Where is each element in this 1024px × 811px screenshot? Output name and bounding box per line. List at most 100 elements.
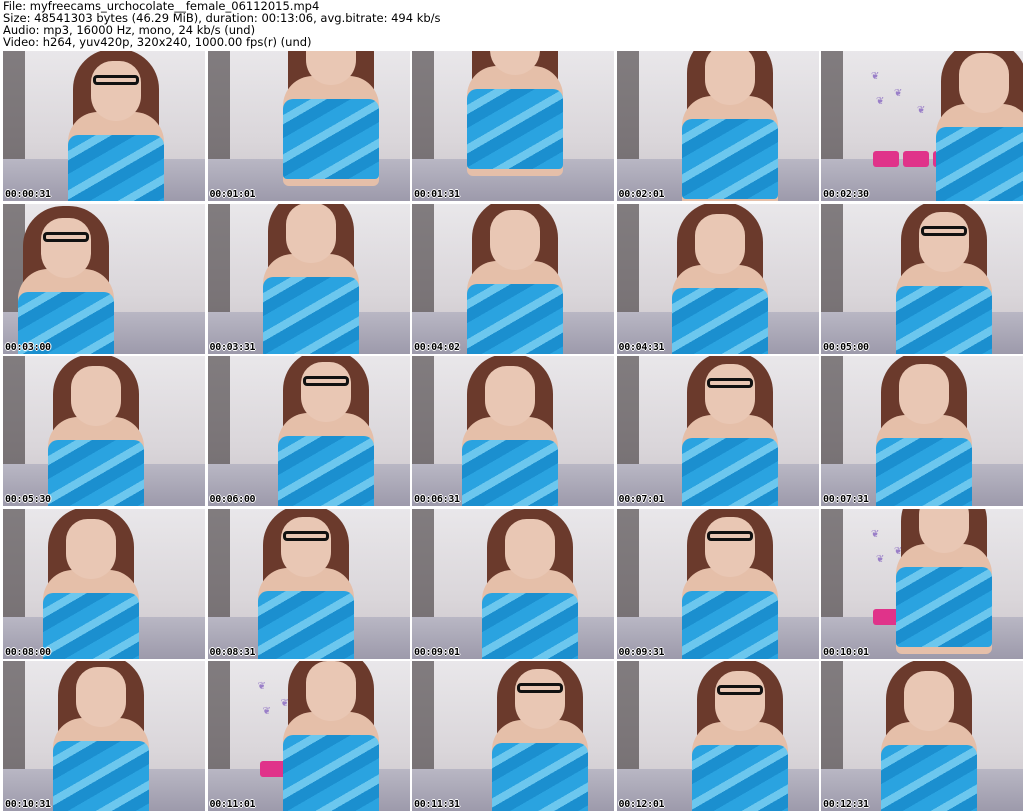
thumbnail-frame: 00:01:31 bbox=[412, 51, 614, 201]
blue-dress bbox=[467, 89, 563, 169]
timestamp-label: 00:11:01 bbox=[209, 799, 256, 810]
blue-dress bbox=[282, 735, 379, 811]
timestamp-label: 00:02:01 bbox=[618, 189, 665, 200]
timestamp-label: 00:10:01 bbox=[823, 646, 869, 658]
thumbnail-frame: 00:12:01 bbox=[616, 661, 819, 811]
blue-dress bbox=[53, 741, 149, 811]
timestamp-label: 00:00:31 bbox=[5, 189, 51, 200]
timestamp-label: 00:05:00 bbox=[823, 341, 869, 353]
butterfly-decal-icon: ❦ bbox=[876, 553, 885, 565]
person-face bbox=[919, 211, 969, 272]
timestamp-label: 00:04:31 bbox=[618, 341, 665, 353]
blue-dress bbox=[467, 283, 563, 354]
timestamp-label: 00:01:01 bbox=[209, 189, 256, 200]
blue-dress bbox=[492, 743, 588, 811]
timestamp-label: 00:08:00 bbox=[5, 646, 51, 658]
thumbnail-frame: 00:07:31 bbox=[821, 356, 1023, 506]
person-face bbox=[490, 209, 540, 270]
person-face bbox=[899, 364, 949, 424]
blue-dress bbox=[462, 440, 558, 506]
person-face bbox=[694, 213, 745, 274]
person-face bbox=[66, 518, 116, 579]
butterfly-decal-icon: ❦ bbox=[871, 528, 880, 540]
blue-dress bbox=[671, 287, 768, 354]
timestamp-label: 00:06:31 bbox=[414, 494, 460, 505]
thumbnail-frame: 00:10:31 bbox=[3, 661, 205, 811]
timestamp-label: 00:10:31 bbox=[5, 799, 51, 810]
person-face bbox=[285, 203, 336, 263]
person-face bbox=[305, 661, 356, 721]
blue-dress bbox=[691, 745, 788, 811]
thumbnail-frame: ❦❦❦❦❦❦00:11:01 bbox=[207, 661, 410, 811]
glasses-icon bbox=[93, 75, 139, 85]
thumbnail-frame: 00:05:00 bbox=[821, 203, 1023, 354]
timestamp-label: 00:03:31 bbox=[209, 341, 256, 353]
butterfly-decal-icon: ❦ bbox=[894, 88, 903, 99]
glasses-icon bbox=[43, 231, 89, 242]
timestamp-label: 00:11:31 bbox=[414, 799, 460, 810]
pillow bbox=[873, 151, 899, 167]
timestamp-label: 00:06:00 bbox=[209, 494, 256, 505]
blue-dress bbox=[277, 436, 374, 506]
butterfly-decal-icon: ❦ bbox=[917, 105, 926, 116]
video-info-line: Video: h264, yuv420p, 320x240, 1000.00 f… bbox=[3, 35, 312, 49]
blue-dress bbox=[681, 590, 778, 659]
timestamp-label: 00:08:31 bbox=[209, 646, 256, 658]
glasses-icon bbox=[517, 683, 563, 693]
blue-dress bbox=[43, 592, 139, 659]
blue-dress bbox=[262, 276, 359, 354]
blue-dress bbox=[257, 590, 354, 659]
butterfly-decal-icon: ❦ bbox=[876, 96, 885, 107]
thumbnail-frame: 00:02:01 bbox=[616, 51, 819, 201]
glasses-icon bbox=[921, 225, 967, 236]
thumbnail-frame: 00:01:01 bbox=[207, 51, 410, 201]
timestamp-label: 00:07:01 bbox=[618, 494, 665, 505]
thumbnail-frame: ❦❦❦❦❦❦00:02:30 bbox=[821, 51, 1023, 201]
person-face bbox=[280, 516, 331, 577]
glasses-icon bbox=[716, 685, 763, 695]
glasses-icon bbox=[302, 376, 349, 386]
person-face bbox=[41, 217, 91, 278]
blue-dress bbox=[936, 127, 1023, 201]
blue-dress bbox=[68, 135, 164, 201]
blue-dress bbox=[896, 566, 992, 647]
thumbnail-frame: 00:09:01 bbox=[412, 508, 614, 659]
glasses-icon bbox=[706, 378, 753, 388]
person-face bbox=[904, 671, 954, 731]
thumbnail-grid: 00:00:31 00:01:01 00:01:31 00:02:01 ❦ ❦ ❦ ❦ ❦ ❦ 00… bbox=[0, 51, 1024, 811]
blue-dress bbox=[482, 592, 578, 659]
blue-dress bbox=[282, 99, 379, 179]
butterfly-decal-icon: ❦ bbox=[871, 71, 880, 82]
blue-dress bbox=[681, 119, 778, 199]
glasses-icon bbox=[706, 530, 753, 541]
person-face bbox=[714, 671, 765, 731]
timestamp-label: 00:03:00 bbox=[5, 341, 51, 353]
person-face bbox=[505, 518, 555, 579]
thumbnail-frame: 00:06:00 bbox=[207, 356, 410, 506]
timestamp-label: 00:12:01 bbox=[618, 799, 665, 810]
thumbnail-frame: 00:03:00 bbox=[3, 203, 205, 354]
timestamp-label: 00:01:31 bbox=[414, 189, 460, 200]
blue-dress bbox=[881, 745, 977, 811]
thumbnail-frame: 00:08:00 bbox=[3, 508, 205, 659]
thumbnail-frame: 00:07:01 bbox=[616, 356, 819, 506]
blue-dress bbox=[896, 285, 992, 354]
pillow bbox=[903, 151, 929, 167]
person-face bbox=[959, 53, 1009, 113]
thumbnail-frame: 00:08:31 bbox=[207, 508, 410, 659]
thumbnail-frame: 00:12:31 bbox=[821, 661, 1023, 811]
blue-dress bbox=[48, 440, 144, 506]
glasses-icon bbox=[282, 530, 329, 541]
thumbnail-frame: 00:09:31 bbox=[616, 508, 819, 659]
timestamp-label: 00:04:02 bbox=[414, 341, 460, 353]
person-face bbox=[300, 362, 351, 422]
person-face bbox=[91, 61, 141, 121]
blue-dress bbox=[681, 438, 778, 506]
person-face bbox=[515, 669, 565, 729]
thumbnail-frame: 00:04:02 bbox=[412, 203, 614, 354]
thumbnail-frame: 00:00:31 bbox=[3, 51, 205, 201]
file-info-header: File: myfreecams_urchocolate__female_061… bbox=[3, 0, 441, 48]
thumbnail-frame: ❦❦❦❦❦❦00:10:01 bbox=[821, 508, 1023, 659]
butterfly-decal-icon: ❦ bbox=[262, 706, 271, 717]
timestamp-label: 00:09:31 bbox=[618, 646, 665, 658]
